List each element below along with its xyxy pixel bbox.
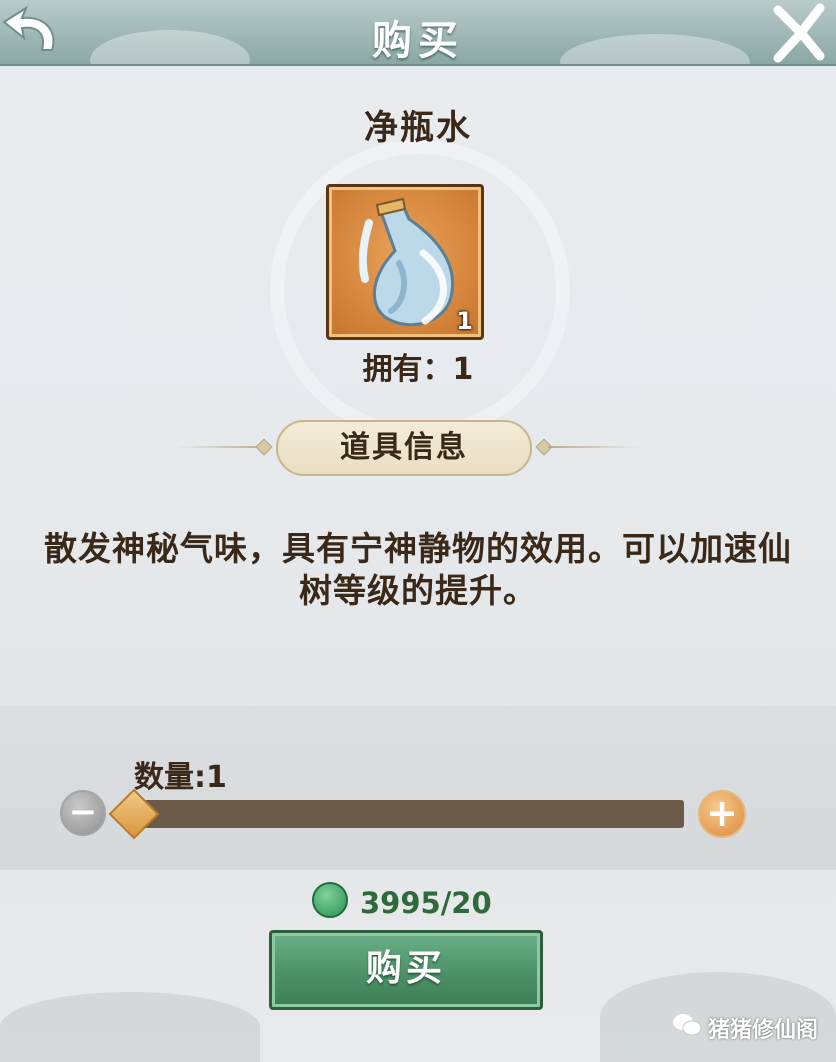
mountain-decoration xyxy=(0,992,260,1062)
increase-quantity-button[interactable]: + xyxy=(698,790,746,838)
item-name: 净瓶水 xyxy=(364,108,472,148)
close-icon xyxy=(773,3,825,63)
plus-icon: + xyxy=(706,791,738,835)
watermark-text: 猪猪修仙阁 xyxy=(708,1018,819,1043)
divider-line-right xyxy=(548,446,640,448)
item-description: 散发神秘气味，具有宁神静物的效用。可以加速仙树等级的提升。 xyxy=(44,529,792,610)
item-info-banner: 道具信息 xyxy=(276,420,532,476)
page-title: 购买 xyxy=(372,18,464,64)
decrease-quantity-button[interactable]: − xyxy=(60,790,106,836)
item-icon-frame[interactable]: 1 xyxy=(326,184,484,340)
item-stack-count: 1 xyxy=(456,307,473,335)
close-button[interactable] xyxy=(766,0,832,64)
water-bottle-icon xyxy=(358,197,454,327)
wechat-icon xyxy=(672,1012,702,1038)
quantity-panel xyxy=(0,706,836,870)
divider-line-left xyxy=(176,446,268,448)
owned-count: 拥有：1 xyxy=(362,352,474,387)
quantity-label: 数量:1 xyxy=(134,760,227,795)
minus-icon: − xyxy=(68,792,98,832)
price-text: 3995/20 xyxy=(360,886,492,920)
top-bar: 购买 xyxy=(0,0,836,66)
quantity-slider[interactable] xyxy=(126,800,684,828)
jade-coin-icon xyxy=(312,882,348,918)
divider-ornament-left xyxy=(255,438,273,456)
buy-button[interactable]: 购买 xyxy=(269,930,543,1010)
